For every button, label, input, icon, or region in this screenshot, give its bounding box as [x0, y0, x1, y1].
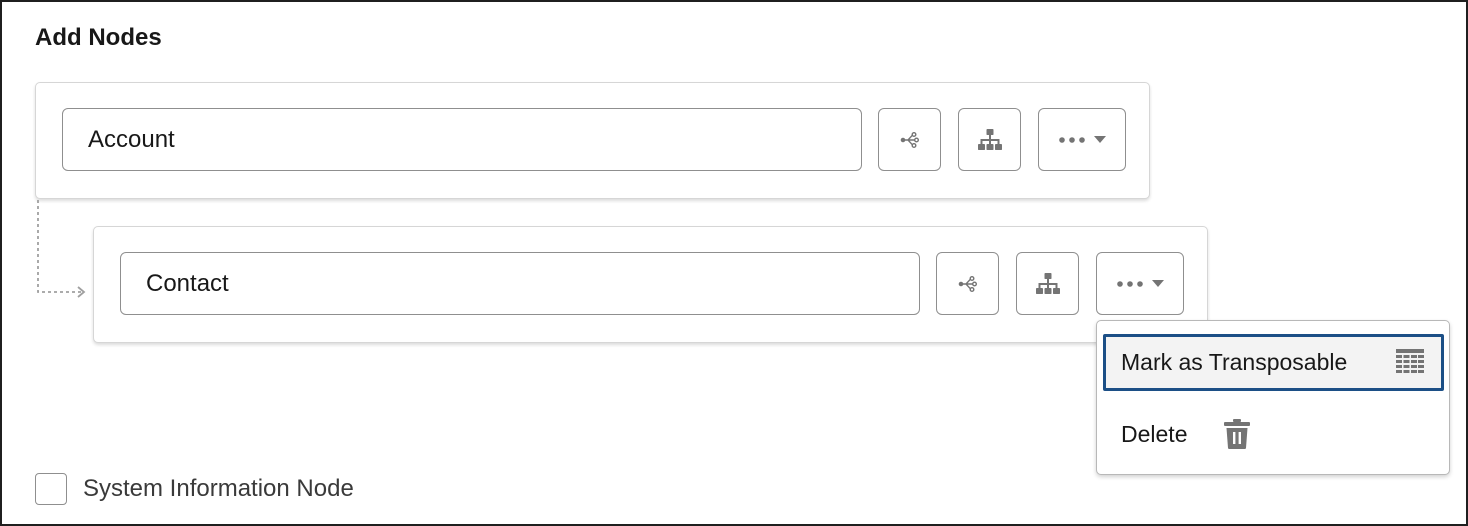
more-actions-button[interactable]: [1096, 252, 1184, 315]
hierarchy-icon: [977, 128, 1002, 150]
node-name-input-contact[interactable]: [120, 252, 920, 315]
menu-item-label: Delete: [1121, 421, 1188, 447]
system-information-node-row: System Information Node: [35, 473, 354, 505]
dotted-arrow-connector: [37, 200, 86, 298]
relationship-button[interactable]: [878, 108, 941, 171]
relationship-tree-icon: [900, 131, 919, 148]
table-grid-icon: [1396, 349, 1424, 373]
relationship-button[interactable]: [936, 252, 999, 315]
node-card-account: [35, 82, 1150, 199]
more-actions-button[interactable]: [1038, 108, 1126, 171]
system-information-node-checkbox[interactable]: [35, 473, 67, 505]
relationship-tree-icon: [958, 275, 977, 292]
menu-item-delete[interactable]: Delete: [1103, 406, 1444, 463]
chevron-down-icon: [1151, 279, 1164, 287]
menu-item-mark-as-transposable[interactable]: Mark as Transposable: [1103, 334, 1444, 391]
section-title: Add Nodes: [35, 24, 162, 51]
hierarchy-button[interactable]: [958, 108, 1021, 171]
more-actions-icon: [1116, 280, 1143, 287]
chevron-down-icon: [1093, 135, 1106, 143]
menu-item-label: Mark as Transposable: [1121, 349, 1348, 375]
hierarchy-button[interactable]: [1016, 252, 1079, 315]
more-actions-icon: [1058, 136, 1085, 143]
more-actions-menu: Mark as Transposable Delete: [1096, 320, 1450, 475]
trash-icon: [1224, 419, 1250, 449]
node-card-contact: [93, 226, 1208, 343]
hierarchy-icon: [1035, 272, 1060, 294]
node-name-input-account[interactable]: [62, 108, 862, 171]
system-information-node-label: System Information Node: [83, 475, 354, 502]
